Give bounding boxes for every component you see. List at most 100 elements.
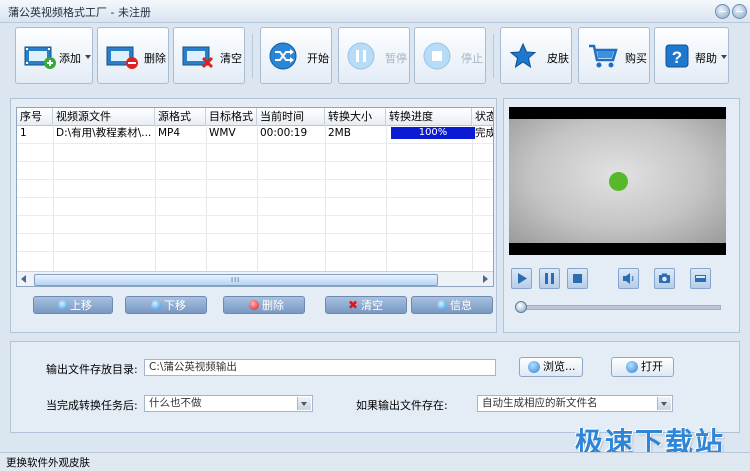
chevron-down-icon[interactable] [657,397,671,410]
grid-line [17,215,493,216]
video-preview-panel [503,98,740,333]
add-dropdown-icon[interactable] [85,55,91,59]
start-label: 开始 [307,52,329,65]
browse-label: 浏览... [543,360,576,373]
cell-size: 2MB [328,127,351,139]
info-label: 信息 [450,299,472,312]
add-label: 添加 [59,52,81,65]
scroll-left-icon[interactable] [21,275,26,283]
window-title: 蒲公英视频格式工厂 - 未注册 [8,6,151,19]
clear-x-icon: ✖ [348,298,359,312]
grid-line [472,125,473,271]
output-dir-field[interactable]: C:\蒲公英视频输出 [144,359,496,376]
info-icon [437,300,447,310]
toolbar-separator [252,34,253,78]
open-label: 打开 [641,360,663,373]
toolbar-separator [493,34,494,78]
buy-label: 购买 [625,52,647,65]
column-header-size[interactable]: 转换大小 [325,108,386,125]
close-button[interactable] [732,4,747,19]
move-up-label: 上移 [70,299,92,312]
toolbar: 添加 删除 清空 开始 暂停 停止 皮肤 购买 ? 帮助 [0,22,750,92]
progress-bar: 100% [391,127,475,139]
pause-button[interactable]: 暂停 [338,27,410,84]
title-bar: 蒲公英视频格式工厂 - 未注册 [0,0,750,23]
file-exists-label: 如果输出文件存在: [356,399,448,412]
column-header-dst-format[interactable]: 目标格式 [206,108,257,125]
column-header-progress[interactable]: 转换进度 [386,108,472,125]
grid-line [17,233,493,234]
horizontal-scrollbar[interactable]: III [17,271,493,286]
file-list-panel: 序号 视频源文件 源格式 目标格式 当前时间 转换大小 转换进度 状态 [10,98,497,333]
fullscreen-button[interactable] [690,268,711,289]
after-task-select[interactable]: 什么也不做 [144,395,313,412]
snapshot-button[interactable] [654,268,675,289]
output-settings-panel: 输出文件存放目录: C:\蒲公英视频输出 浏览... 打开 当完成转换任务后: … [10,341,740,433]
column-header-status[interactable]: 状态 [472,108,493,125]
move-down-button[interactable]: 下移 [125,296,207,314]
grid-line [257,125,258,271]
file-table: 序号 视频源文件 源格式 目标格式 当前时间 转换大小 转换进度 状态 [16,107,494,287]
stop-icon [573,274,582,283]
skin-label: 皮肤 [547,52,569,65]
info-button[interactable]: 信息 [411,296,493,314]
video-screen[interactable] [509,107,726,255]
play-icon [518,273,527,284]
svg-text:?: ? [672,48,682,67]
arrow-up-icon [58,300,68,310]
seek-slider[interactable] [515,301,721,313]
volume-button[interactable] [618,268,639,289]
clear-label: 清空 [220,52,242,65]
grid-line [325,125,326,271]
open-icon [626,361,638,373]
scrollbar-thumb[interactable]: III [34,274,438,286]
list-clear-button[interactable]: ✖ 清空 [325,296,407,314]
player-pause-button[interactable] [539,268,560,289]
delete-label: 删除 [144,52,166,65]
output-dir-label: 输出文件存放目录: [46,363,138,376]
play-button[interactable] [511,268,532,289]
open-button[interactable]: 打开 [611,357,674,377]
help-label: 帮助 [695,52,717,65]
stop-icon [423,42,451,70]
skin-button[interactable]: 皮肤 [500,27,572,84]
list-clear-label: 清空 [361,299,383,312]
grid-line [17,197,493,198]
chevron-down-icon[interactable] [297,397,311,410]
grid-line [17,251,493,252]
column-header-source[interactable]: 视频源文件 [53,108,155,125]
column-header-time[interactable]: 当前时间 [257,108,325,125]
film-clear-icon [182,46,214,69]
file-exists-value: 自动生成相应的新文件名 [482,397,598,409]
grid-line [17,143,493,144]
seek-knob[interactable] [515,301,527,313]
cell-time: 00:00:19 [260,127,308,139]
grid-line [386,125,387,271]
cell-source: D:\有用\教程素材\... [56,127,152,139]
grid-line [17,179,493,180]
column-header-index[interactable]: 序号 [17,108,53,125]
list-delete-button[interactable]: 删除 [223,296,305,314]
file-exists-select[interactable]: 自动生成相应的新文件名 [477,395,673,412]
cell-index: 1 [20,127,27,139]
film-add-icon [24,46,56,69]
table-header: 序号 视频源文件 源格式 目标格式 当前时间 转换大小 转换进度 状态 [17,108,493,126]
stop-button[interactable]: 停止 [414,27,486,84]
browse-button[interactable]: 浏览... [519,357,583,377]
column-header-src-format[interactable]: 源格式 [155,108,206,125]
player-stop-button[interactable] [567,268,588,289]
scroll-right-icon[interactable] [483,275,488,283]
list-delete-label: 删除 [262,299,284,312]
arrow-down-icon [151,300,161,310]
delete-button[interactable]: 删除 [97,27,169,84]
minimize-button[interactable] [715,4,730,19]
help-button[interactable]: ? 帮助 [654,27,729,84]
add-button[interactable]: 添加 [15,27,93,84]
start-button[interactable]: 开始 [260,27,332,84]
buy-button[interactable]: 购买 [578,27,650,84]
clear-button[interactable]: 清空 [173,27,245,84]
cell-status: 完成 [475,127,494,139]
help-dropdown-icon[interactable] [721,55,727,59]
after-task-value: 什么也不做 [149,397,202,409]
move-up-button[interactable]: 上移 [33,296,113,314]
